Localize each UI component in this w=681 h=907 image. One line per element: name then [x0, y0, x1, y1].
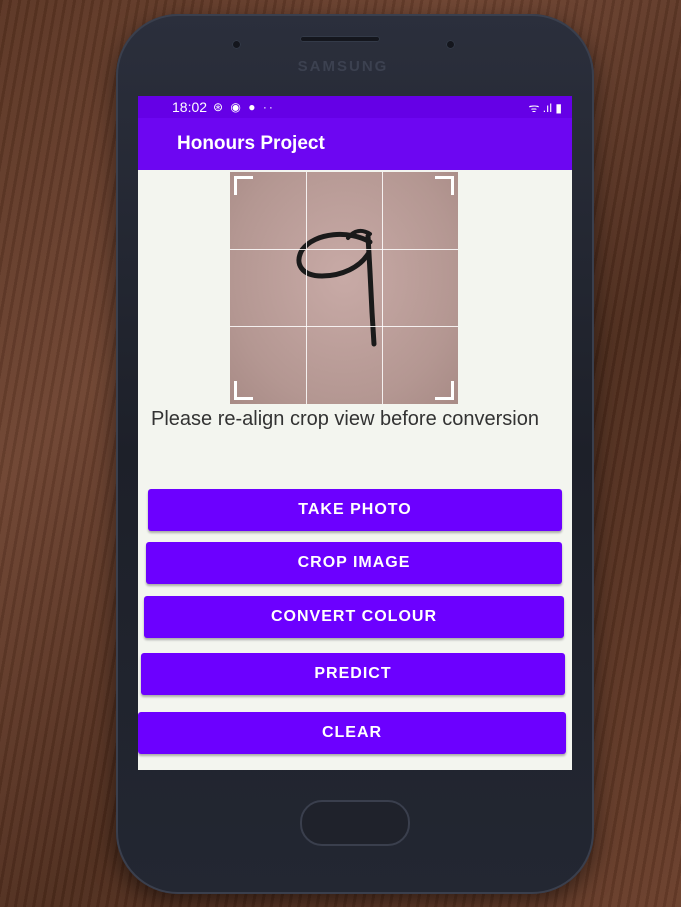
take-photo-button[interactable]: TAKE PHOTO [148, 489, 562, 531]
app-title: Honours Project [177, 133, 325, 154]
crop-handle-top-right[interactable] [435, 176, 454, 195]
crop-image-view[interactable] [230, 172, 458, 404]
home-button[interactable] [300, 800, 410, 846]
crop-grid-line [306, 172, 307, 404]
wifi-signal-battery-icons: ᯤ .ıl ▮ [528, 101, 562, 115]
realign-message: Please re-align crop view before convers… [151, 408, 539, 430]
crop-handle-bottom-left[interactable] [234, 381, 253, 400]
phone-screen: 18:02 ⊛ ◉ ● ·· ᯤ .ıl ▮ Honours Project P… [138, 96, 572, 770]
front-camera [232, 40, 241, 49]
earpiece-speaker [300, 36, 380, 42]
crop-handle-bottom-right[interactable] [435, 381, 454, 400]
handwritten-digit-image [296, 228, 377, 347]
clear-button[interactable]: CLEAR [138, 712, 566, 754]
notification-icons: ⊛ ◉ ● ·· [213, 100, 275, 114]
status-bar: 18:02 ⊛ ◉ ● ·· ᯤ .ıl ▮ [138, 96, 572, 118]
convert-colour-button[interactable]: CONVERT COLOUR [144, 596, 564, 638]
status-time: 18:02 [172, 99, 208, 115]
crop-grid-line [230, 249, 458, 250]
crop-handle-top-left[interactable] [234, 176, 253, 195]
crop-image-button[interactable]: CROP IMAGE [146, 542, 562, 584]
device-brand-logo: SAMSUNG [297, 58, 389, 75]
crop-grid-line [382, 172, 383, 404]
predict-button[interactable]: PREDICT [141, 653, 565, 695]
proximity-sensor [446, 40, 455, 49]
app-bar: Honours Project [138, 118, 572, 170]
crop-grid-line [230, 326, 458, 327]
